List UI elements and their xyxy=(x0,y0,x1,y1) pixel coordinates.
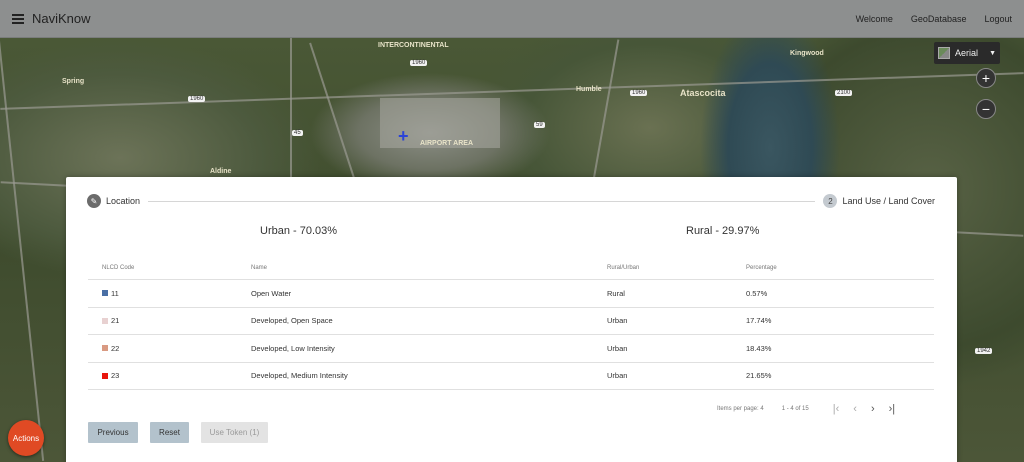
cell-name: Developed, Open Space xyxy=(251,316,333,326)
map-road xyxy=(0,72,1024,110)
location-marker-icon: + xyxy=(398,126,409,146)
color-swatch xyxy=(102,317,108,324)
nav-geodatabase[interactable]: GeoDatabase xyxy=(911,14,967,24)
highway-shield: 1960 xyxy=(188,96,206,102)
last-page-icon[interactable]: ›| xyxy=(889,403,896,415)
step-number-badge: 2 xyxy=(823,194,838,208)
map-label: Atascocita xyxy=(680,88,726,98)
highway-shield: 2100 xyxy=(835,90,853,96)
cell-name: Open Water xyxy=(251,288,292,298)
items-per-page-label[interactable]: Items per page: 4 xyxy=(717,406,764,412)
previous-button[interactable]: Previous xyxy=(88,422,138,443)
next-page-icon[interactable]: › xyxy=(871,403,875,415)
cell-code: 11 xyxy=(111,288,119,298)
pencil-icon[interactable]: ✎ xyxy=(87,194,101,208)
zoom-in-button[interactable]: + xyxy=(976,68,996,88)
nlcd-table: NLCD Code Name Rural/Urban Percentage 11… xyxy=(88,257,934,390)
header-percentage[interactable]: Percentage xyxy=(746,265,934,271)
first-page-icon[interactable]: |‹ xyxy=(833,403,840,415)
page-range-label: 1 - 4 of 15 xyxy=(781,406,809,412)
cell-type: Urban xyxy=(607,316,628,326)
map-label: Aldine xyxy=(210,168,232,175)
cell-code: 23 xyxy=(111,371,120,381)
cell-percentage: 17.74% xyxy=(746,316,772,326)
urban-summary: Urban - 70.03% xyxy=(260,225,338,237)
map-label: Spring xyxy=(62,78,85,85)
cell-percentage: 18.43% xyxy=(746,343,772,353)
map-label: Kingwood xyxy=(790,50,824,57)
previous-page-icon[interactable]: ‹ xyxy=(853,403,857,415)
cell-name: Developed, Low Intensity xyxy=(251,343,335,353)
actions-fab-button[interactable]: Actions xyxy=(8,420,44,456)
cell-code: 21 xyxy=(111,316,120,326)
basemap-layer-select[interactable]: Aerial ▼ xyxy=(934,42,1000,64)
zoom-out-button[interactable]: − xyxy=(976,99,996,119)
cell-name: Developed, Medium Intensity xyxy=(251,371,348,381)
chevron-down-icon: ▼ xyxy=(989,49,996,57)
land-use-panel: ✎ Location 2 Land Use / Land Cover Urban… xyxy=(66,177,957,462)
map-label: INTERCONTINENTAL xyxy=(378,42,449,49)
header-nlcd-code[interactable]: NLCD Code xyxy=(88,265,251,271)
highway-shield: 1960 xyxy=(410,60,428,66)
step-land-use-label: Land Use / Land Cover xyxy=(842,196,935,206)
paginator: Items per page: 4 1 - 4 of 15 |‹ ‹ › ›| xyxy=(717,403,895,415)
table-row: 23 Developed, Medium Intensity Urban 21.… xyxy=(88,363,934,390)
stepper: ✎ Location 2 Land Use / Land Cover xyxy=(87,194,935,208)
use-token-button[interactable]: Use Token (1) xyxy=(201,422,268,443)
highway-shield: 59 xyxy=(534,122,545,128)
highway-shield: 1960 xyxy=(630,90,648,96)
map-label: AIRPORT AREA xyxy=(420,140,474,147)
header-name[interactable]: Name xyxy=(251,265,607,271)
color-swatch xyxy=(102,345,108,352)
cell-type: Rural xyxy=(607,288,625,298)
header-rural-urban[interactable]: Rural/Urban xyxy=(607,265,746,271)
table-row: 21 Developed, Open Space Urban 17.74% xyxy=(88,308,934,335)
highway-shield: 45 xyxy=(292,130,303,136)
cell-percentage: 0.57% xyxy=(746,288,768,298)
cell-code: 22 xyxy=(111,343,120,353)
basemap-layer-icon xyxy=(938,47,950,59)
stepper-divider xyxy=(148,200,816,202)
top-app-bar: NaviKnow Welcome GeoDatabase Logout xyxy=(0,0,1024,38)
color-swatch xyxy=(102,372,108,379)
highway-shield: 1942 xyxy=(975,348,993,354)
table-row: 11 Open Water Rural 0.57% xyxy=(88,280,934,308)
app-title: NaviKnow xyxy=(32,11,91,26)
nav-logout[interactable]: Logout xyxy=(984,14,1012,24)
map-label: Humble xyxy=(576,86,602,93)
step-location-label[interactable]: Location xyxy=(106,196,140,206)
color-swatch xyxy=(102,290,108,297)
reset-button[interactable]: Reset xyxy=(150,422,189,443)
hamburger-menu-icon[interactable] xyxy=(12,13,24,24)
table-header: NLCD Code Name Rural/Urban Percentage xyxy=(88,257,934,280)
rural-summary: Rural - 29.97% xyxy=(686,225,760,237)
map-road xyxy=(0,39,45,461)
cell-type: Urban xyxy=(607,343,628,353)
cell-percentage: 21.65% xyxy=(746,371,772,381)
nav-welcome[interactable]: Welcome xyxy=(856,14,893,24)
basemap-layer-label: Aerial xyxy=(955,48,979,58)
cell-type: Urban xyxy=(607,371,628,381)
top-nav: Welcome GeoDatabase Logout xyxy=(856,14,1012,24)
table-row: 22 Developed, Low Intensity Urban 18.43% xyxy=(88,335,934,363)
